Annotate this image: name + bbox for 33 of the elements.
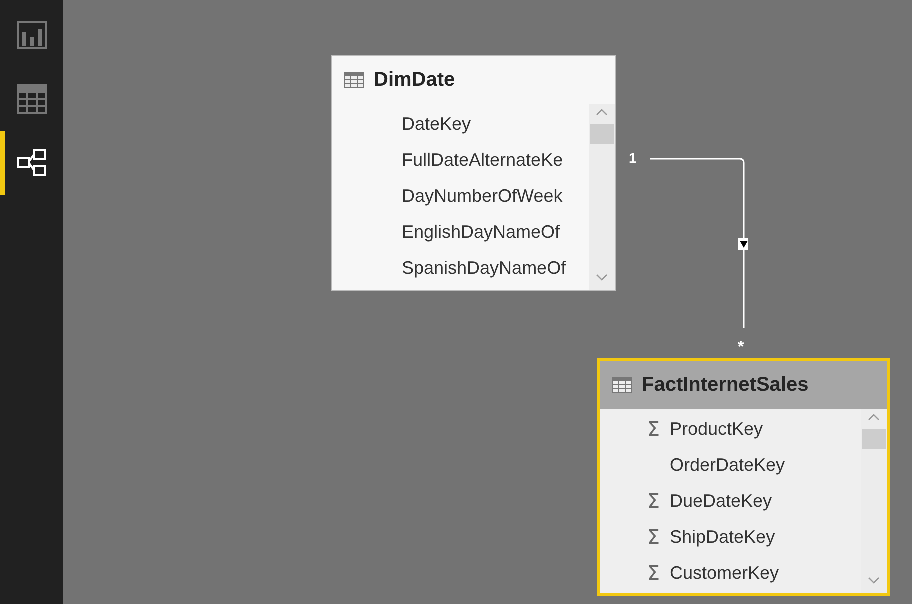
cardinality-label: *: [738, 338, 744, 358]
diagram-icon: [16, 149, 46, 177]
field-name[interactable]: DueDateKey: [670, 488, 772, 514]
field-name[interactable]: OrderDateKey: [670, 452, 786, 478]
chevron-down-icon[interactable]: [596, 274, 608, 282]
sum-icon: Σ: [647, 558, 660, 588]
chevron-up-icon[interactable]: [868, 413, 880, 421]
field-name[interactable]: DayNumberOfWeek: [402, 182, 563, 210]
field-name[interactable]: ProductKey: [670, 416, 764, 442]
sum-icon: Σ: [647, 486, 660, 516]
table-title: DimDate: [374, 68, 456, 93]
field-name[interactable]: CustomerKey: [670, 560, 780, 586]
cardinality-label: 1: [629, 149, 637, 168]
field-name[interactable]: EnglishDayNameOf: [402, 218, 560, 246]
field-name[interactable]: DateKey: [402, 110, 472, 138]
table-card[interactable]: DimDate DateKey FullDateAlternateKe DayNumberOfWeek EnglishDayNameOf SpanishDayNameOf: [331, 55, 616, 291]
sum-icon: Σ: [647, 522, 660, 552]
table-title: FactInternetSales: [642, 373, 809, 398]
chevron-up-icon[interactable]: [596, 108, 608, 116]
scrollbar[interactable]: [589, 104, 615, 290]
scrollbar-thumb[interactable]: [590, 124, 614, 144]
table-icon: [344, 72, 364, 88]
field-name[interactable]: FullDateAlternateKe: [402, 146, 564, 174]
bar-chart-icon: [16, 21, 46, 49]
scrollbar-thumb[interactable]: [862, 429, 886, 449]
table-grid-icon: [16, 84, 46, 114]
field-name[interactable]: ShipDateKey: [670, 524, 776, 550]
table-icon: [612, 377, 632, 393]
chevron-down-icon[interactable]: [868, 577, 880, 585]
sum-icon: Σ: [647, 414, 660, 444]
relationship-line[interactable]: [650, 158, 748, 328]
table-card[interactable]: FactInternetSales Σ ProductKey OrderDateKey Σ DueDateKey Σ ShipDateKey Σ CustomerKey: [597, 358, 890, 596]
field-name[interactable]: SpanishDayNameOf: [402, 254, 566, 282]
